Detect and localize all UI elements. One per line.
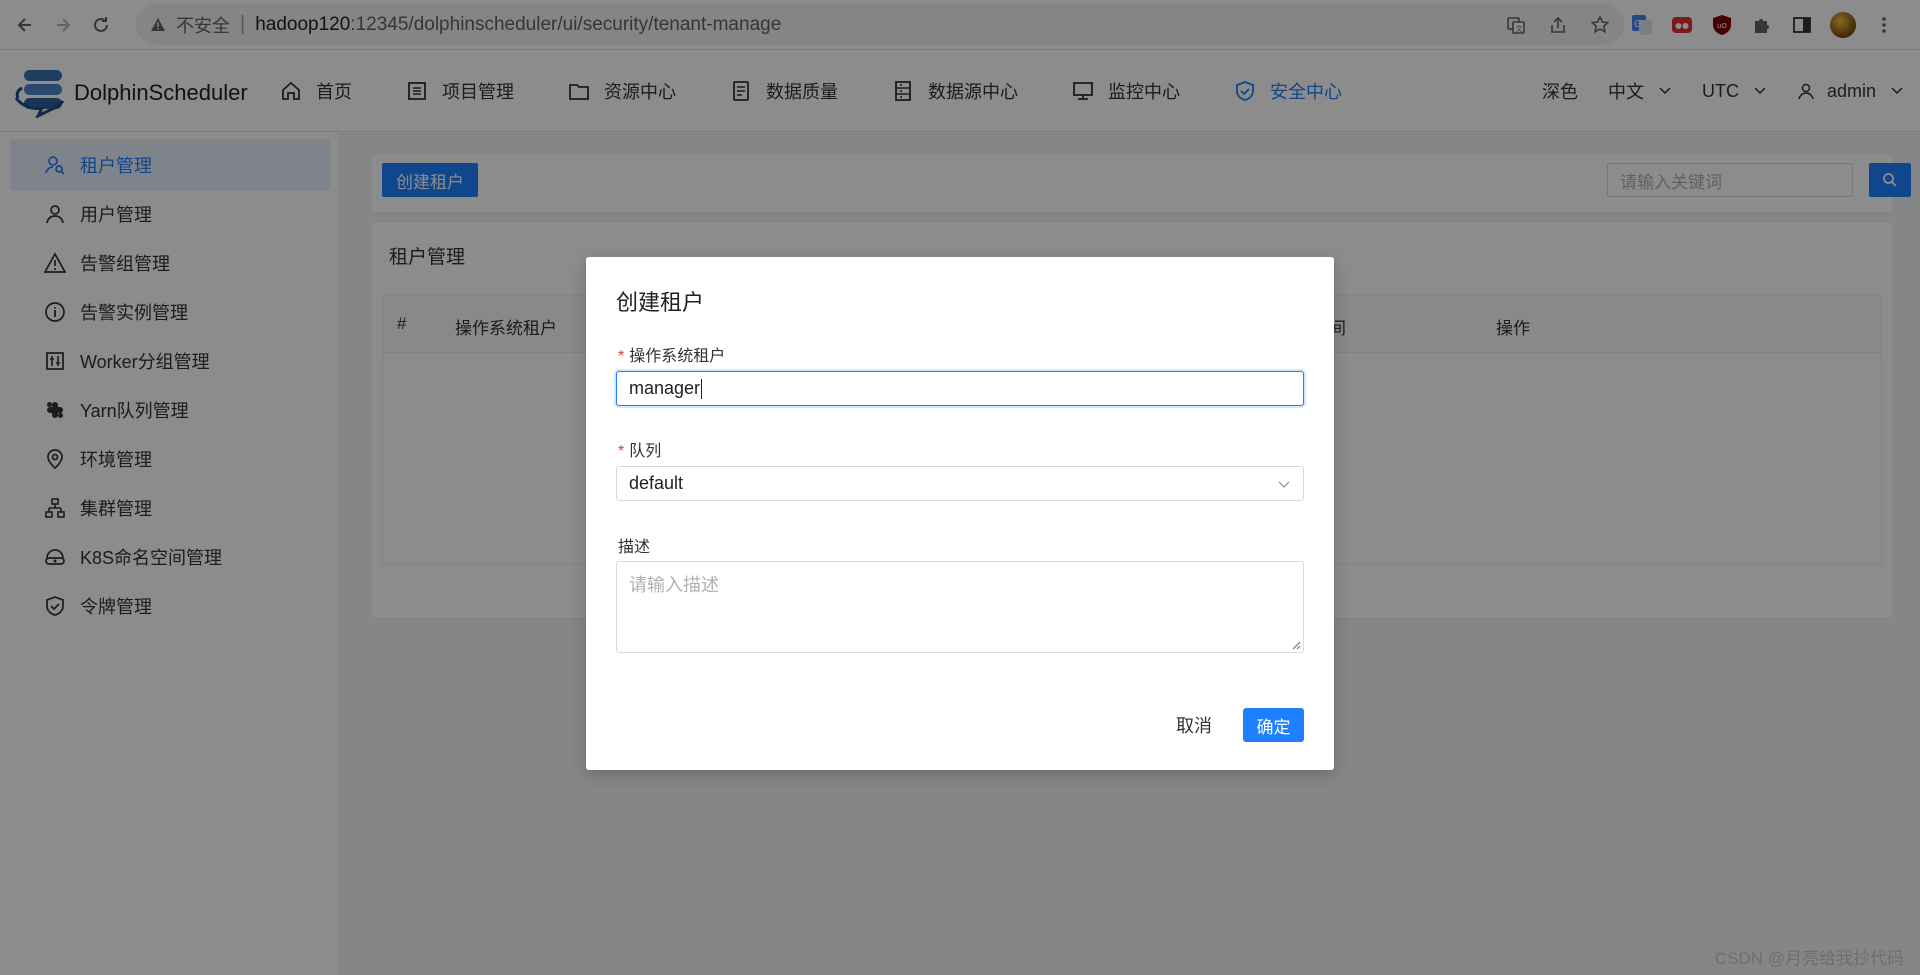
- chevron-down-icon: [1278, 481, 1290, 488]
- queue-select[interactable]: default: [616, 466, 1304, 501]
- tenant-input-value: manager: [629, 378, 701, 398]
- resize-handle-icon[interactable]: [1291, 640, 1301, 650]
- cancel-button[interactable]: 取消: [1170, 708, 1218, 742]
- description-textarea[interactable]: 请输入描述: [616, 561, 1304, 653]
- desc-label-text: 描述: [618, 539, 651, 556]
- tenant-label-text: 操作系统租户: [629, 348, 726, 365]
- create-tenant-modal: 创建租户 * 操作系统租户 manager * 队列 default 描述 请输入描…: [586, 257, 1334, 770]
- required-marker: *: [618, 443, 625, 460]
- tenant-field-label: * 操作系统租户: [618, 342, 725, 366]
- queue-selected-value: default: [629, 473, 684, 493]
- queue-field-label: * 队列: [618, 437, 661, 461]
- queue-label-text: 队列: [629, 443, 662, 460]
- required-marker: *: [618, 348, 625, 365]
- description-placeholder: 请输入描述: [629, 575, 719, 595]
- confirm-button[interactable]: 确定: [1243, 708, 1304, 742]
- modal-title: 创建租户: [616, 290, 705, 315]
- desc-field-label: 描述: [618, 533, 650, 557]
- tenant-input[interactable]: manager: [616, 371, 1304, 406]
- text-caret: [701, 378, 703, 399]
